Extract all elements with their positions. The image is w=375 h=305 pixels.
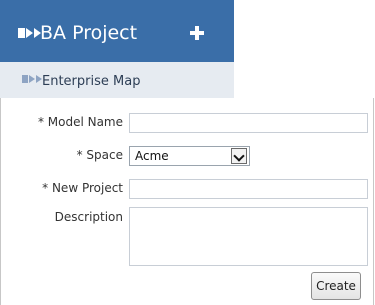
project-header: BA Project [0,0,234,62]
space-select-value: Acme [135,149,169,163]
new-project-input[interactable] [129,179,368,199]
logo-icon [18,28,41,38]
model-name-input[interactable] [129,113,368,133]
logo-icon [22,75,42,83]
description-label: Description [54,210,123,224]
add-project-button[interactable] [190,26,204,40]
create-project-form: * Model Name * Space Acme * New Project … [0,98,374,305]
new-project-label: * New Project [42,181,123,195]
tab-enterprise-map[interactable]: Enterprise Map [0,62,234,99]
project-title: BA Project [40,22,138,44]
create-button[interactable]: Create [311,272,361,300]
chevron-down-icon[interactable] [231,148,247,164]
space-label: * Space [76,148,123,162]
model-name-label: * Model Name [37,115,123,129]
space-select[interactable]: Acme [129,146,250,166]
tab-label: Enterprise Map [42,74,141,89]
description-textarea[interactable] [129,207,368,266]
